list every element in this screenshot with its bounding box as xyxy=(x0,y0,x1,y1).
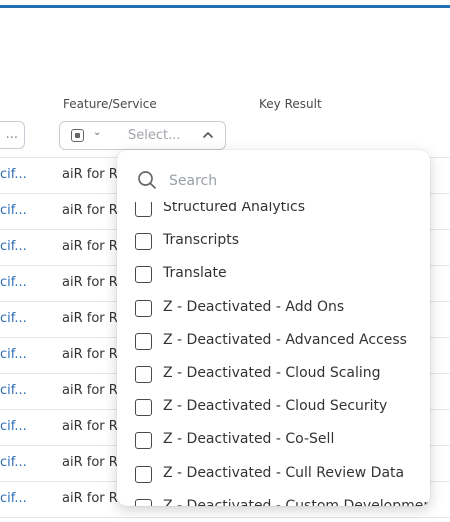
option-label: Z - Deactivated - Cloud Security xyxy=(163,398,388,415)
option-checkbox[interactable] xyxy=(135,202,152,217)
row-feature-cell: aiR for R xyxy=(62,455,118,470)
option-checkbox[interactable] xyxy=(135,465,152,483)
dropdown-option[interactable]: Z - Deactivated - Co-Sell xyxy=(117,424,430,457)
row-link[interactable]: cif... xyxy=(0,311,27,326)
option-label: Structured Analytics xyxy=(163,202,306,215)
option-label: Z - Deactivated - Cloud Scaling xyxy=(163,365,381,381)
option-label: Z - Deactivated - Co-Sell xyxy=(163,431,335,448)
square-select-icon[interactable] xyxy=(71,129,84,142)
option-checkbox[interactable] xyxy=(135,399,152,417)
dropdown-option[interactable]: Translate xyxy=(117,258,430,291)
row-link[interactable]: cif... xyxy=(0,383,27,398)
option-checkbox[interactable] xyxy=(135,299,152,317)
row-link[interactable]: cif... xyxy=(0,275,27,290)
option-label: Z - Deactivated - Advanced Access xyxy=(163,331,407,348)
option-checkbox[interactable] xyxy=(135,266,152,284)
option-label: Z - Deactivated - Custom Development xyxy=(163,497,430,506)
row-feature-cell: aiR for R xyxy=(62,491,118,506)
row-feature-cell: aiR for R xyxy=(62,203,118,218)
option-label: Z - Deactivated - Add Ons xyxy=(163,298,345,315)
dropdown-search-input[interactable] xyxy=(167,167,411,195)
row-feature-cell: aiR for R xyxy=(62,275,118,290)
dropdown-option[interactable]: Z - Deactivated - Cull Review Data xyxy=(117,458,430,491)
option-checkbox[interactable] xyxy=(135,332,152,350)
dropdown-option[interactable]: Z - Deactivated - Add Ons xyxy=(117,292,430,325)
dropdown-option[interactable]: Z - Deactivated - Cloud Security xyxy=(117,391,430,424)
row-link[interactable]: cif... xyxy=(0,347,27,362)
previous-filter-text: ... xyxy=(5,127,18,142)
chevron-up-icon[interactable] xyxy=(201,126,215,144)
option-label: Transcripts xyxy=(163,232,240,249)
option-checkbox[interactable] xyxy=(135,233,152,251)
row-link[interactable]: cif... xyxy=(0,167,27,182)
feature-service-dropdown: Structured Analytics Transcripts Translate… xyxy=(117,150,430,506)
dropdown-option[interactable]: Z - Deactivated - Advanced Access xyxy=(117,325,430,358)
dropdown-option[interactable]: Structured Analytics xyxy=(117,202,430,225)
feature-service-filter-select[interactable]: ⌄ Select... xyxy=(59,121,226,150)
column-header-feature-service: Feature/Service xyxy=(63,97,157,111)
row-link[interactable]: cif... xyxy=(0,455,27,470)
option-checkbox[interactable] xyxy=(135,498,152,506)
dropdown-option[interactable]: Transcripts xyxy=(117,225,430,258)
row-feature-cell: aiR for R xyxy=(62,311,118,326)
option-label: Translate xyxy=(163,265,227,282)
previous-column-filter[interactable]: ... xyxy=(0,121,25,149)
row-feature-cell: aiR for R xyxy=(62,383,118,398)
dropdown-option[interactable]: Z - Deactivated - Cloud Scaling xyxy=(117,358,430,391)
option-checkbox[interactable] xyxy=(135,432,152,450)
row-link[interactable]: cif... xyxy=(0,419,27,434)
row-link[interactable]: cif... xyxy=(0,203,27,218)
option-checkbox[interactable] xyxy=(135,366,152,383)
column-header-key-result: Key Result xyxy=(259,97,322,111)
dropdown-option-list[interactable]: Structured Analytics Transcripts Translate… xyxy=(117,202,430,506)
option-label: Z - Deactivated - Cull Review Data xyxy=(163,464,405,481)
chevron-down-icon[interactable]: ⌄ xyxy=(93,127,101,138)
row-feature-cell: aiR for R xyxy=(62,347,118,362)
search-icon xyxy=(138,171,156,189)
row-divider xyxy=(0,517,450,518)
row-feature-cell: aiR for R xyxy=(62,167,118,182)
dropdown-option[interactable]: Z - Deactivated - Custom Development xyxy=(117,491,430,506)
feature-filter-placeholder: Select... xyxy=(128,128,181,143)
row-feature-cell: aiR for R xyxy=(62,239,118,254)
top-accent-bar xyxy=(0,0,450,8)
row-feature-cell: aiR for R xyxy=(62,419,118,434)
row-link[interactable]: cif... xyxy=(0,239,27,254)
row-link[interactable]: cif... xyxy=(0,491,27,506)
